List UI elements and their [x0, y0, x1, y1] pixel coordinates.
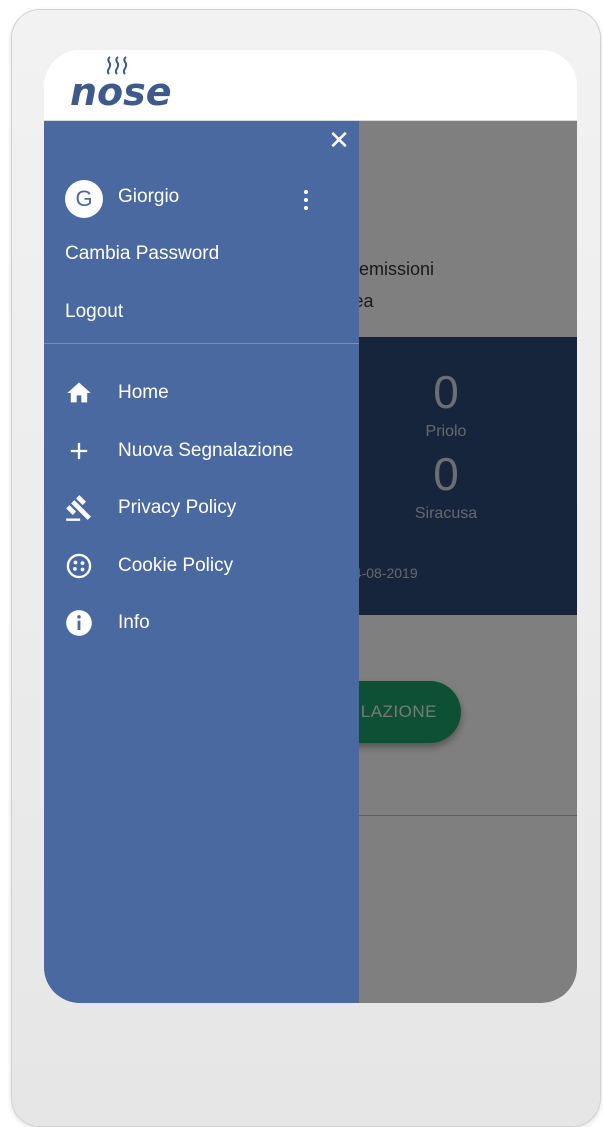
user-name: Giorgio	[118, 186, 180, 207]
info-icon	[66, 610, 92, 636]
nose-logo[interactable]: nose	[70, 56, 182, 118]
nav-label-home: Home	[118, 382, 169, 403]
close-icon[interactable]: ✕	[324, 125, 354, 155]
gavel-icon	[66, 495, 91, 521]
nav-label-info: Info	[118, 612, 150, 633]
nav-item-privacy-policy[interactable]: Privacy Policy	[44, 485, 359, 531]
nav-label-cookie-policy: Cookie Policy	[118, 555, 234, 576]
more-vert-icon[interactable]	[296, 187, 316, 213]
drawer-divider	[44, 343, 359, 344]
nav-item-new-report[interactable]: Nuova Segnalazione	[44, 428, 359, 474]
logo-text: nose	[70, 70, 172, 114]
nav-item-home[interactable]: Home	[44, 370, 359, 416]
change-password-link[interactable]: Cambia Password	[65, 243, 219, 265]
nav-label-new-report: Nuova Segnalazione	[118, 440, 294, 461]
cookie-icon	[66, 553, 92, 579]
plus-icon	[70, 442, 88, 460]
avatar: G	[65, 180, 103, 218]
home-icon	[67, 382, 91, 403]
app-screen: nose e ne emissioni 'area 0 Priolo 0 Sir…	[44, 50, 577, 1003]
logout-link[interactable]: Logout	[65, 301, 123, 323]
nav-item-cookie-policy[interactable]: Cookie Policy	[44, 543, 359, 589]
nav-label-privacy-policy: Privacy Policy	[118, 497, 237, 518]
nav-item-info[interactable]: Info	[44, 600, 359, 646]
app-header: nose	[44, 50, 577, 121]
navigation-drawer: ✕ G Giorgio Cambia Password Logout Home …	[44, 121, 359, 1003]
